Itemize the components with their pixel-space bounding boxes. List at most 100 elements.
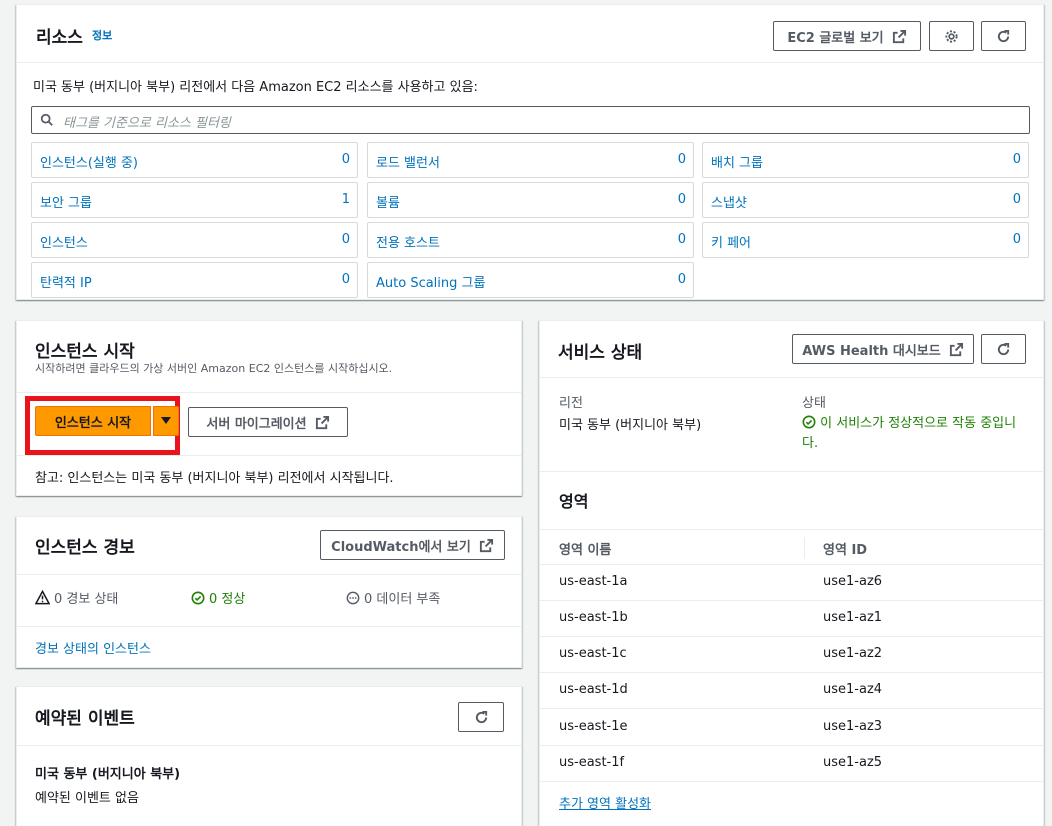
resource-dedicated-hosts[interactable]: 전용 호스트 0 xyxy=(367,222,694,258)
launch-description: 시작하려면 클라우드의 가상 서버인 Amazon EC2 인스턴스를 시작하십… xyxy=(35,362,393,375)
cloudwatch-view-label: CloudWatch에서 보기 xyxy=(331,539,471,555)
resource-label: 인스턴스 xyxy=(40,236,88,251)
launch-instance-panel: 인스턴스 시작 시작하려면 클라우드의 가상 서버인 Amazon EC2 인스… xyxy=(16,320,522,496)
cloudwatch-view-button[interactable]: CloudWatch에서 보기 xyxy=(320,530,505,560)
events-refresh-button[interactable] xyxy=(458,702,504,732)
resource-label: Auto Scaling 그룹 xyxy=(376,276,486,291)
zones-col-name: 영역 이름 xyxy=(559,543,612,558)
settings-button[interactable] xyxy=(929,21,974,51)
resource-label: 탄력적 IP xyxy=(40,276,92,291)
table-row: us-east-1d use1-az4 xyxy=(540,673,1043,709)
ec2-global-view-button[interactable]: EC2 글로벌 보기 xyxy=(773,21,921,51)
resource-label: 인스턴스(실행 중) xyxy=(40,156,138,171)
health-status-label: 상태 xyxy=(802,396,826,411)
zones-col-separator xyxy=(804,537,805,559)
ok-state-item[interactable]: 0 정상 xyxy=(191,588,245,607)
enable-zones-link[interactable]: 추가 영역 활성화 xyxy=(559,793,651,812)
caret-down-icon xyxy=(161,417,171,424)
zone-id: use1-az4 xyxy=(823,682,883,697)
zone-name: us-east-1f xyxy=(559,755,625,770)
insufficient-data-item[interactable]: 0 데이터 부족 xyxy=(346,588,440,607)
resource-auto-scaling-groups[interactable]: Auto Scaling 그룹 0 xyxy=(367,262,694,298)
server-migration-label: 서버 마이그레이션 xyxy=(206,416,307,432)
alarm-instances-link[interactable]: 경보 상태의 인스턴스 xyxy=(35,638,151,657)
check-circle-icon xyxy=(191,591,205,604)
external-link-icon xyxy=(315,415,329,429)
zones-header-divider xyxy=(540,529,1043,530)
resource-load-balancers[interactable]: 로드 밸런서 0 xyxy=(367,142,694,178)
warning-icon xyxy=(35,590,50,605)
resource-elastic-ips[interactable]: 탄력적 IP 0 xyxy=(31,262,358,298)
launch-dropdown-button[interactable] xyxy=(153,406,179,436)
table-row: us-east-1c use1-az2 xyxy=(540,637,1043,673)
alarm-state-item[interactable]: 0 경보 상태 xyxy=(35,588,118,607)
resource-placement-groups[interactable]: 배치 그룹 0 xyxy=(702,142,1029,178)
launch-note-divider xyxy=(17,455,521,456)
resource-count: 0 xyxy=(677,192,686,207)
launch-note: 참고: 인스턴스는 미국 동부 (버지니아 북부) 리전에서 시작됩니다. xyxy=(35,471,394,486)
table-row: us-east-1a use1-az6 xyxy=(540,565,1043,601)
zone-name: us-east-1b xyxy=(559,610,628,625)
resource-label: 로드 밸런서 xyxy=(376,156,440,171)
events-none: 예약된 이벤트 없음 xyxy=(35,791,139,806)
zone-name: us-east-1c xyxy=(559,646,627,661)
health-title: 서비스 상태 xyxy=(558,343,643,363)
resource-key-pairs[interactable]: 키 페어 0 xyxy=(702,222,1029,258)
table-row: us-east-1b use1-az1 xyxy=(540,601,1043,637)
health-region-value: 미국 동부 (버지니아 북부) xyxy=(559,418,702,433)
alarms-header-divider xyxy=(17,574,521,575)
zone-id: use1-az2 xyxy=(823,646,883,661)
instance-alarms-panel: 인스턴스 경보 CloudWatch에서 보기 0 경보 상태 0 정상 0 데… xyxy=(16,516,522,668)
insufficient-data-text: 0 데이터 부족 xyxy=(364,592,441,607)
resource-count: 0 xyxy=(341,152,350,167)
gear-icon xyxy=(945,29,958,43)
resources-info-link[interactable]: 정보 xyxy=(92,27,112,43)
resource-label: 스냅샷 xyxy=(711,196,747,211)
resource-count: 0 xyxy=(341,232,350,247)
ok-state-text: 0 정상 xyxy=(209,592,246,607)
aws-health-dashboard-button[interactable]: AWS Health 대시보드 xyxy=(792,334,974,364)
search-placeholder: 태그를 기준으로 리소스 필터링 xyxy=(63,116,231,131)
service-health-panel: 서비스 상태 AWS Health 대시보드 리전 미국 동부 (버지니아 북부… xyxy=(539,320,1044,826)
ellipsis-circle-icon xyxy=(346,591,360,604)
search-icon xyxy=(40,113,53,126)
resource-security-groups[interactable]: 보안 그룹 1 xyxy=(31,182,358,218)
resource-instances[interactable]: 인스턴스 0 xyxy=(31,222,358,258)
resources-refresh-button[interactable] xyxy=(981,21,1026,51)
aws-health-dashboard-label: AWS Health 대시보드 xyxy=(802,343,941,359)
launch-instance-button[interactable]: 인스턴스 시작 xyxy=(35,406,151,436)
resources-header-divider xyxy=(17,62,1043,63)
resource-label: 키 페어 xyxy=(711,236,752,251)
external-link-icon xyxy=(479,538,493,552)
events-region: 미국 동부 (버지니아 북부) xyxy=(35,767,181,782)
resource-count: 0 xyxy=(341,272,350,287)
ec2-global-view-label: EC2 글로벌 보기 xyxy=(787,30,884,46)
resource-instances-running[interactable]: 인스턴스(실행 중) 0 xyxy=(31,142,358,178)
resources-panel: 리소스 정보 EC2 글로벌 보기 미국 동부 (버지니아 북부) 리전에서 다… xyxy=(16,4,1044,300)
resource-count: 0 xyxy=(1012,192,1021,207)
external-link-icon xyxy=(949,342,963,356)
resource-count: 0 xyxy=(677,272,686,287)
server-migration-button[interactable]: 서버 마이그레이션 xyxy=(188,407,348,437)
health-status-line2: 다. xyxy=(802,436,819,451)
zone-name: us-east-1e xyxy=(559,719,628,734)
check-circle-icon xyxy=(802,415,816,429)
scheduled-events-panel: 예약된 이벤트 미국 동부 (버지니아 북부) 예약된 이벤트 없음 xyxy=(16,686,522,826)
resource-label: 보안 그룹 xyxy=(40,196,92,211)
alarm-state-text: 0 경보 상태 xyxy=(54,592,119,607)
resource-snapshots[interactable]: 스냅샷 0 xyxy=(702,182,1029,218)
events-title: 예약된 이벤트 xyxy=(35,709,135,729)
alarms-footer-divider xyxy=(17,626,521,627)
health-status-value: 이 서비스가 정상적으로 작동 중입니 다. xyxy=(802,414,1032,454)
table-row: us-east-1e use1-az3 xyxy=(540,709,1043,746)
health-refresh-button[interactable] xyxy=(981,334,1026,364)
resources-search-input[interactable]: 태그를 기준으로 리소스 필터링 xyxy=(31,106,1030,134)
resources-title: 리소스 xyxy=(36,28,83,48)
zone-name: us-east-1a xyxy=(559,574,628,589)
events-header-divider xyxy=(17,745,521,746)
launch-instance-label: 인스턴스 시작 xyxy=(54,415,132,431)
zone-id: use1-az5 xyxy=(823,755,883,770)
zones-title: 영역 xyxy=(559,492,589,511)
resource-count: 1 xyxy=(341,192,350,207)
resource-volumes[interactable]: 볼륨 0 xyxy=(367,182,694,218)
